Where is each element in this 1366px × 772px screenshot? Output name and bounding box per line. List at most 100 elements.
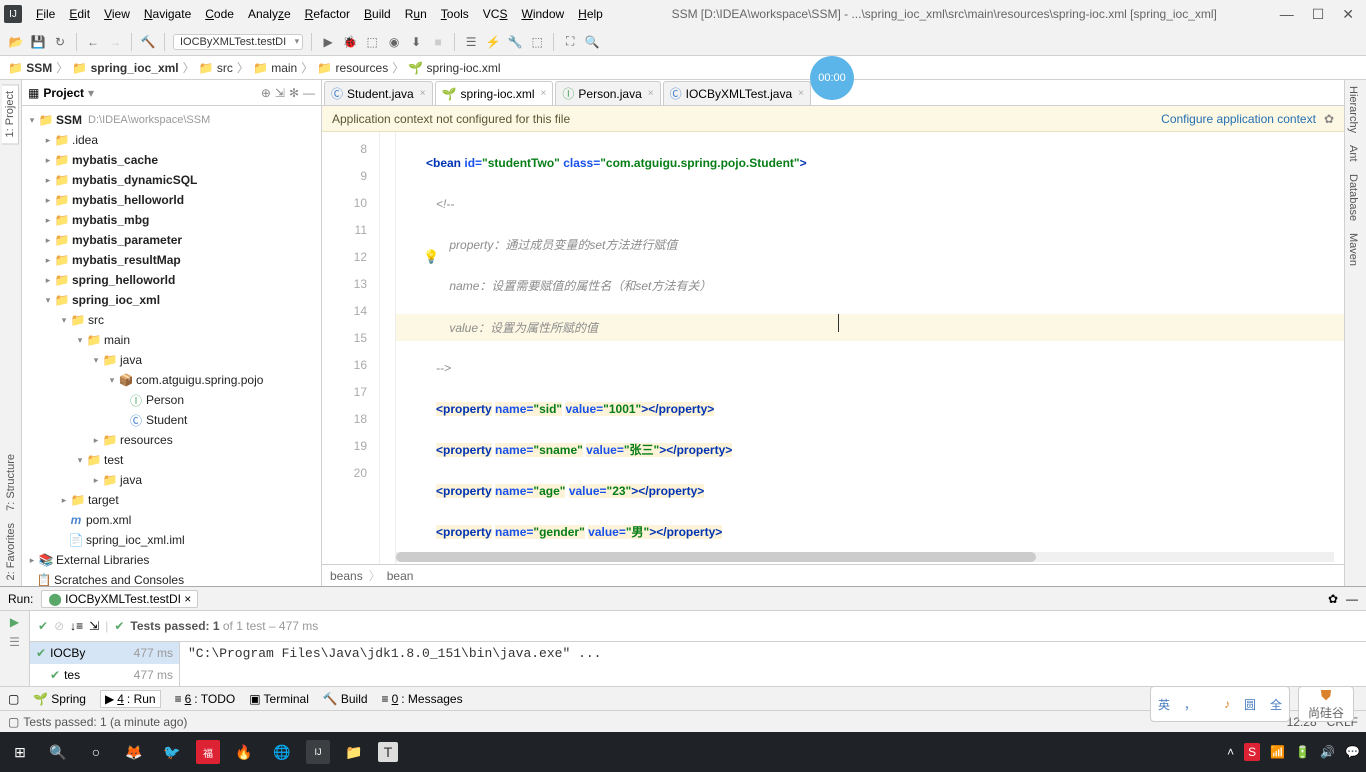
open-icon[interactable]: 📂	[8, 34, 24, 50]
menu-tools[interactable]: Tools	[435, 3, 475, 25]
tree-spring-helloworld[interactable]: ▸📁spring_helloworld	[22, 270, 321, 290]
tree-test[interactable]: ▾📁test	[22, 450, 321, 470]
tree-mybatis-mbg[interactable]: ▸📁mybatis_mbg	[22, 210, 321, 230]
corner-icon[interactable]: ▢	[8, 692, 19, 706]
tab-test-java[interactable]: ⒸIOCByXMLTest.java×	[663, 81, 811, 105]
firefox-icon[interactable]: 🔥	[230, 738, 258, 766]
settings-icon[interactable]: ⬚	[529, 34, 545, 50]
refresh-icon[interactable]: ↻	[52, 34, 68, 50]
tool1-icon[interactable]: ☰	[463, 34, 479, 50]
tool-todo[interactable]: ≡ 6: TODO	[175, 692, 236, 706]
menu-build[interactable]: Build	[358, 3, 397, 25]
bc-resources[interactable]: 📁 resources	[317, 61, 388, 75]
tree-iml[interactable]: 📄spring_ioc_xml.iml	[22, 530, 321, 550]
run-hide-icon[interactable]: —	[1346, 592, 1358, 606]
tray-volume-icon[interactable]: 🔊	[1320, 745, 1335, 759]
system-tray[interactable]: ˄ S 📶 🔋 🔊 💬	[1227, 743, 1360, 761]
tree-src[interactable]: ▾📁src	[22, 310, 321, 330]
menu-view[interactable]: View	[98, 3, 136, 25]
tree-root[interactable]: ▾📁SSMD:\IDEA\workspace\SSM	[22, 110, 321, 130]
close-icon[interactable]: ×	[648, 88, 654, 99]
app-icon[interactable]: 🦊	[120, 738, 148, 766]
tree-person[interactable]: ⒾPerson	[22, 390, 321, 410]
app-icon[interactable]: T	[378, 742, 398, 762]
tree-external-libraries[interactable]: ▸📚External Libraries	[22, 550, 321, 570]
app-icon[interactable]: 福	[196, 740, 220, 764]
tree-mybatis-cache[interactable]: ▸📁mybatis_cache	[22, 150, 321, 170]
rerun-button[interactable]: ▶	[10, 615, 19, 629]
tree-pom[interactable]: mpom.xml	[22, 510, 321, 530]
run-config-dropdown[interactable]: IOCByXMLTest.testDI	[173, 34, 303, 50]
tree-mybatis-parameter[interactable]: ▸📁mybatis_parameter	[22, 230, 321, 250]
tool-build[interactable]: 🔨 Build	[323, 692, 368, 706]
start-button[interactable]: ⊞	[6, 738, 34, 766]
bc-root[interactable]: 📁 SSM	[8, 61, 52, 75]
project-tree[interactable]: ▾📁SSMD:\IDEA\workspace\SSM ▸📁.idea ▸📁myb…	[22, 106, 321, 586]
fail-icon[interactable]: ⊘	[54, 619, 64, 633]
tree-test-java[interactable]: ▸📁java	[22, 470, 321, 490]
ime-indicator[interactable]: 英， ♪圆全	[1150, 686, 1290, 722]
bc-module[interactable]: 📁 spring_ioc_xml	[72, 61, 178, 75]
profile-button[interactable]: ◉	[386, 34, 402, 50]
build-icon[interactable]: 🔨	[140, 34, 156, 50]
panel-settings-icon[interactable]: ✻	[289, 86, 299, 100]
tab-ant[interactable]: Ant	[1345, 139, 1361, 168]
tab-person-java[interactable]: ⒾPerson.java×	[555, 81, 660, 105]
maximize-button[interactable]: ☐	[1312, 6, 1325, 23]
menu-refactor[interactable]: Refactor	[299, 3, 356, 25]
fold-column[interactable]: 💡	[380, 132, 396, 564]
close-icon[interactable]: ×	[541, 88, 547, 99]
tab-spring-ioc-xml[interactable]: 🌱spring-ioc.xml×	[435, 81, 554, 105]
crumb-bean[interactable]: bean	[387, 569, 414, 583]
menu-edit[interactable]: Edit	[63, 3, 96, 25]
tool-spring[interactable]: 🌱 Spring	[33, 692, 86, 706]
menu-analyze[interactable]: Analyze	[242, 3, 297, 25]
rerun-failed-button[interactable]: ☰	[9, 635, 20, 649]
search-button[interactable]: 🔍	[44, 738, 72, 766]
run-config-tab[interactable]: ⬤ IOCByXMLTest.testDI ×	[41, 590, 198, 608]
editor-scrollbar[interactable]	[396, 552, 1334, 562]
menu-window[interactable]: Window	[515, 3, 570, 25]
tray-up-icon[interactable]: ˄	[1227, 745, 1234, 759]
wrench-icon[interactable]: 🔧	[507, 34, 523, 50]
save-icon[interactable]: 💾	[30, 34, 46, 50]
run-button[interactable]: ▶	[320, 34, 336, 50]
configure-context-link[interactable]: Configure application context	[1161, 112, 1316, 126]
tool2-icon[interactable]: ⚡	[485, 34, 501, 50]
test-tree[interactable]: ✔IOCBy477 ms ✔tes477 ms	[30, 642, 180, 686]
tool-terminal[interactable]: ▣ Terminal	[249, 692, 309, 706]
tray-wifi-icon[interactable]: 📶	[1270, 745, 1285, 759]
tree-idea[interactable]: ▸📁.idea	[22, 130, 321, 150]
tree-student[interactable]: ⒸStudent	[22, 410, 321, 430]
code-lines[interactable]: <bean id="studentTwo" class="com.atguigu…	[396, 132, 1344, 564]
banner-gear-icon[interactable]: ✿	[1324, 112, 1334, 126]
code-editor[interactable]: 8910 111213 141516 171819 20 💡 <bean id=…	[322, 132, 1344, 564]
run-output[interactable]: "C:\Program Files\Java\jdk1.8.0_151\bin\…	[180, 642, 1366, 686]
tree-main[interactable]: ▾📁main	[22, 330, 321, 350]
menu-run[interactable]: Run	[399, 3, 433, 25]
menu-vcs[interactable]: VCS	[477, 3, 514, 25]
bc-file[interactable]: 🌱 spring-ioc.xml	[408, 61, 500, 75]
stop-button[interactable]: ■	[430, 34, 446, 50]
tree-scratches[interactable]: 📋Scratches and Consoles	[22, 570, 321, 586]
tree-package[interactable]: ▾📦com.atguigu.spring.pojo	[22, 370, 321, 390]
forward-icon[interactable]: →	[107, 34, 123, 50]
menu-code[interactable]: Code	[199, 3, 240, 25]
crumb-beans[interactable]: beans	[330, 569, 363, 583]
tree-mybatis-helloworld[interactable]: ▸📁mybatis_helloworld	[22, 190, 321, 210]
tree-java[interactable]: ▾📁java	[22, 350, 321, 370]
tool-run[interactable]: ▶ 4: Run	[100, 690, 161, 708]
minimize-button[interactable]: —	[1280, 6, 1294, 23]
run-settings-icon[interactable]: ✿	[1328, 592, 1338, 606]
close-button[interactable]: ✕	[1342, 6, 1354, 23]
intention-bulb-icon[interactable]: 💡	[423, 249, 439, 265]
tab-favorites[interactable]: 2: Favorites	[3, 517, 19, 586]
coverage-button[interactable]: ⬚	[364, 34, 380, 50]
tab-database[interactable]: Database	[1345, 168, 1361, 227]
tray-ime-icon[interactable]: S	[1244, 743, 1260, 761]
expand-icon[interactable]: ⇲	[89, 619, 99, 633]
app-icon[interactable]: 🐦	[158, 738, 186, 766]
hide-panel-icon[interactable]: —	[303, 86, 315, 100]
tree-target[interactable]: ▸📁target	[22, 490, 321, 510]
tab-hierarchy[interactable]: Hierarchy	[1345, 80, 1361, 139]
